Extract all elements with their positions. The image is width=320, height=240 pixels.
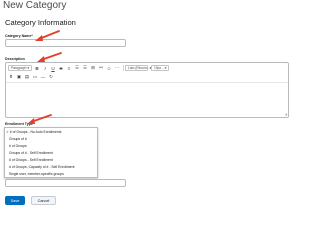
- description-label: Description: [5, 57, 25, 61]
- paragraph-format-select[interactable]: Paragraph ▾: [8, 65, 32, 71]
- align-icon[interactable]: ≡: [65, 64, 73, 72]
- enrollment-option[interactable]: # of Groups: [9, 144, 27, 148]
- annotation-arrow-icon: [37, 52, 62, 62]
- emoji-icon[interactable]: ☺: [105, 64, 113, 72]
- italic-icon[interactable]: I: [41, 64, 49, 72]
- description-editor[interactable]: Paragraph ▾ B I U S ≡ ☰ ☰ ⊞ ⚯ ☺ ⋯ Lato (R…: [5, 62, 289, 118]
- horizontal-rule-icon[interactable]: —: [39, 73, 47, 81]
- hidden-field-input[interactable]: [5, 179, 126, 187]
- annotation-arrow-icon: [27, 114, 52, 124]
- enrollment-option[interactable]: ✓ # of Groups - No Auto Enrollments: [6, 130, 61, 134]
- enrollment-type-dropdown: ✓ # of Groups - No Auto Enrollments Grou…: [4, 127, 98, 178]
- category-name-input[interactable]: [5, 39, 126, 47]
- annotation-arrow-icon: [35, 30, 60, 41]
- format-painter-icon[interactable]: ⬆: [7, 73, 15, 81]
- insert-image-icon[interactable]: ▣: [15, 73, 23, 81]
- underline-icon[interactable]: U: [49, 64, 57, 72]
- redo-icon[interactable]: ↻: [47, 73, 55, 81]
- insert-media-icon[interactable]: ▭: [31, 73, 39, 81]
- section-title: Category Information: [5, 18, 76, 27]
- page-title: New Category: [3, 0, 67, 11]
- font-size-label: 19px ...: [154, 66, 165, 70]
- numbered-list-icon[interactable]: ☰: [81, 64, 89, 72]
- editor-toolbar-row-2: ⬆ ▣ ▤ ▭ — ↻: [7, 73, 55, 81]
- enrollment-option[interactable]: # of Groups, Capacity of # - Self Enroll…: [9, 165, 74, 169]
- editor-toolbar-row-1: Paragraph ▾ B I U S ≡ ☰ ☰ ⊞ ⚯ ☺ ⋯ Lato (R…: [7, 64, 170, 72]
- bullet-list-icon[interactable]: ☰: [73, 64, 81, 72]
- save-button[interactable]: Save: [5, 196, 25, 205]
- insert-stuff-icon[interactable]: ▤: [23, 73, 31, 81]
- table-icon[interactable]: ⊞: [89, 64, 97, 72]
- font-family-select[interactable]: Lato (Recom... ▾: [125, 65, 151, 71]
- editor-toolbar-divider: [6, 82, 288, 83]
- cancel-button[interactable]: Cancel: [31, 196, 56, 205]
- insert-link-icon[interactable]: ⚯: [97, 64, 105, 72]
- enrollment-option[interactable]: Groups of # - Self Enrollment: [9, 151, 53, 155]
- strikethrough-icon[interactable]: S: [57, 64, 65, 72]
- enrollment-option[interactable]: Groups of #: [9, 137, 27, 141]
- font-family-label: Lato (Recom...: [128, 66, 150, 70]
- resize-handle-icon[interactable]: ◢: [285, 112, 287, 116]
- category-name-label: Category Name*: [5, 34, 33, 38]
- enrollment-option[interactable]: # of Groups - Self Enrollment: [9, 158, 53, 162]
- bold-icon[interactable]: B: [33, 64, 41, 72]
- more-icon[interactable]: ⋯: [113, 64, 121, 72]
- font-size-select[interactable]: 19px ... ▾: [151, 65, 169, 71]
- paragraph-format-label: Paragraph: [11, 66, 27, 70]
- enrollment-option[interactable]: Single user, member-specific groups: [9, 172, 64, 176]
